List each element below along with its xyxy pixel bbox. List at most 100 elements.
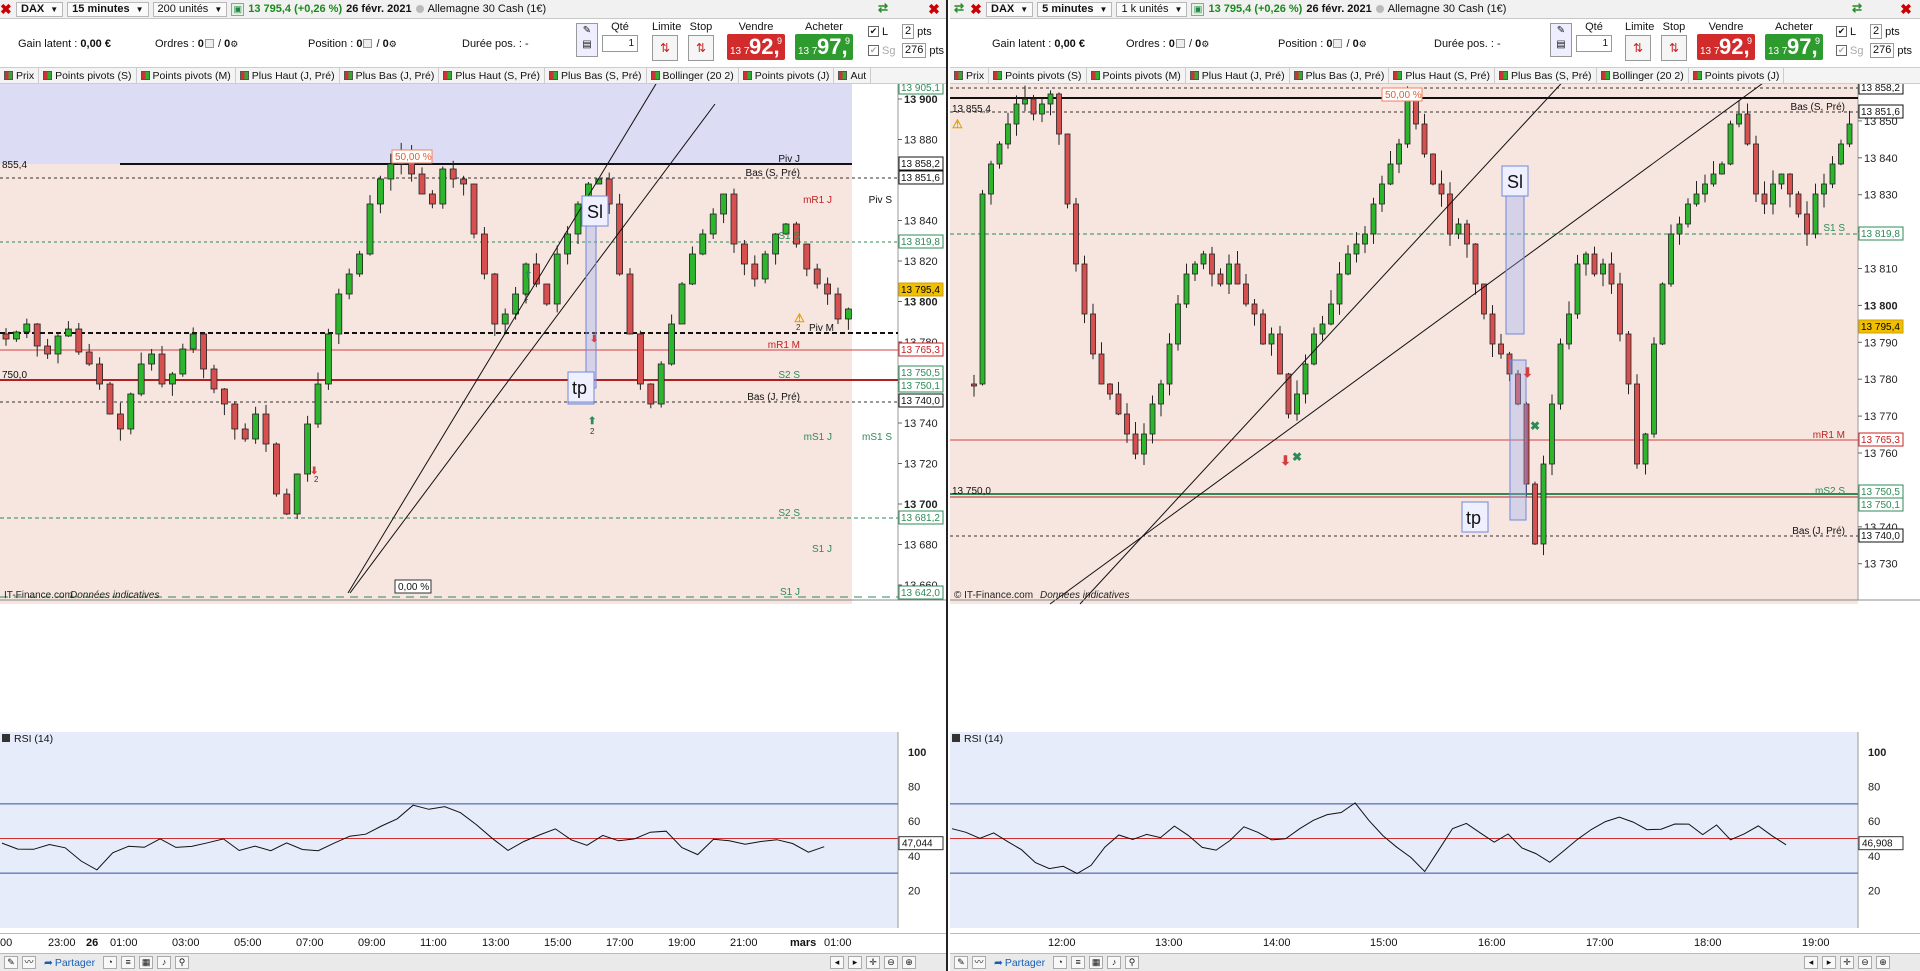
instrument-info-icon[interactable]: ▣	[1191, 2, 1205, 16]
indicator-tab[interactable]: Bollinger (20 2)	[647, 68, 739, 83]
indicator-tab[interactable]: Aut	[834, 68, 872, 83]
orders-grid-icon[interactable]	[204, 39, 214, 48]
gear-icon[interactable]: ⚙	[230, 39, 238, 49]
symbol-select[interactable]: DAX ▼	[16, 1, 64, 17]
gear-icon[interactable]: ⚙	[1359, 39, 1367, 49]
zoom-out-icon[interactable]: ⊖	[1858, 956, 1872, 969]
l-checkbox[interactable]: ✔	[868, 26, 879, 37]
gear-icon[interactable]: ⚙	[1201, 39, 1209, 49]
close-icon[interactable]: ✖	[970, 2, 982, 17]
indicator-color-icon	[1189, 71, 1199, 80]
sg-pts-input[interactable]: 276	[902, 43, 927, 58]
close-icon[interactable]: ✖	[926, 2, 942, 17]
indicator-tab[interactable]: Prix	[0, 68, 40, 83]
limit-order-icon[interactable]: ⇅	[652, 35, 678, 61]
sell-price-prefix: 13 7	[730, 46, 750, 57]
quantity-input[interactable]: 1	[602, 35, 638, 52]
indicator-tab[interactable]: Plus Bas (S, Pré)	[545, 68, 647, 83]
scroll-right-icon[interactable]: ▸	[848, 956, 862, 969]
rsi-chart[interactable]: RSI (14) 100 80 60 40 20 46,908	[950, 732, 1920, 928]
sound-icon[interactable]: ♪	[1107, 956, 1122, 969]
close-icon[interactable]: ✖	[1898, 2, 1914, 17]
close-icon[interactable]: ✖	[0, 2, 12, 17]
indicator-tab[interactable]: Bollinger (20 2)	[1597, 68, 1689, 83]
symbol-select[interactable]: DAX ▼	[986, 1, 1034, 17]
alert-icon[interactable]: ◔	[103, 956, 118, 969]
chart-type-icon[interactable]: 〰	[22, 956, 36, 969]
zoom-in-icon[interactable]: ⊕	[902, 956, 916, 969]
timeframe-select[interactable]: 15 minutes ▼	[67, 1, 149, 17]
indicator-tab[interactable]: Plus Haut (S, Pré)	[439, 68, 545, 83]
stop-order-icon[interactable]: ⇅	[1661, 35, 1687, 61]
chart-type-icon[interactable]: 〰	[972, 956, 986, 969]
sg-pts-input[interactable]: 276	[1870, 43, 1895, 58]
position-grid-icon[interactable]	[363, 39, 373, 48]
instrument-info-icon[interactable]: ▣	[231, 2, 245, 16]
scroll-left-icon[interactable]: ◂	[1804, 956, 1818, 969]
limit-order-icon[interactable]: ⇅	[1625, 35, 1651, 61]
pin-icon[interactable]: ⚲	[175, 956, 190, 969]
buy-button[interactable]: 13 7 97, 9	[795, 34, 853, 60]
indicator-tab[interactable]: Points pivots (S)	[989, 68, 1087, 83]
sell-button[interactable]: 13 7 92, 9	[727, 34, 785, 60]
indicator-tab[interactable]: Plus Haut (J, Pré)	[1186, 68, 1290, 83]
crosshair-icon[interactable]: ✛	[1840, 956, 1854, 969]
l-checkbox[interactable]: ✔	[1836, 26, 1847, 37]
position-grid-icon[interactable]	[1333, 39, 1343, 48]
sell-button[interactable]: 13 7 92, 9	[1697, 34, 1755, 60]
indicator-tab[interactable]: Plus Bas (J, Pré)	[1290, 68, 1390, 83]
alert-icon[interactable]: ◔	[1053, 956, 1068, 969]
crosshair-icon[interactable]: ✛	[866, 956, 880, 969]
zoom-out-icon[interactable]: ⊖	[884, 956, 898, 969]
chevron-down-icon: ▼	[135, 4, 144, 14]
units-select[interactable]: 1 k unités ▼	[1116, 1, 1188, 17]
indicator-tab[interactable]: Points pivots (M)	[137, 68, 236, 83]
rsi-chart[interactable]: RSI (14) 100 80 60 40 20 47,044	[0, 732, 948, 928]
sg-checkbox[interactable]: ✔	[868, 45, 879, 56]
list-icon[interactable]: ≡	[1071, 956, 1086, 969]
rsi-tick-label: 80	[908, 782, 920, 794]
indicator-tab[interactable]: Prix	[950, 68, 990, 83]
indicator-tab[interactable]: Plus Haut (J, Pré)	[236, 68, 340, 83]
drawing-tools-icon[interactable]: ✎	[4, 956, 18, 969]
pin-icon[interactable]: ⚲	[1125, 956, 1140, 969]
marker-count: 2	[796, 323, 801, 332]
indicator-tab[interactable]: Points pivots (J)	[739, 68, 835, 83]
units-select[interactable]: 200 unités ▼	[152, 1, 228, 17]
sg-checkbox[interactable]: ✔	[1836, 45, 1847, 56]
price-chart[interactable]: 13 86013 85013 84013 83013 82013 81013 8…	[950, 84, 1920, 732]
sync-icon[interactable]: ⇄	[952, 2, 966, 16]
level-label: mR1 J	[803, 195, 832, 206]
indicator-tab[interactable]: Points pivots (M)	[1087, 68, 1186, 83]
sync-icon[interactable]: ⇄	[876, 2, 890, 16]
calculator-icon[interactable]: ✎ ▤	[1550, 23, 1572, 57]
pts-input[interactable]: 2	[1870, 24, 1883, 39]
quantity-input[interactable]: 1	[1576, 35, 1612, 52]
grid-icon[interactable]: ▦	[139, 956, 154, 969]
timeframe-select[interactable]: 5 minutes ▼	[1037, 1, 1113, 17]
orders-grid-icon[interactable]	[1175, 39, 1185, 48]
sound-icon[interactable]: ♪	[157, 956, 172, 969]
indicator-tab[interactable]: Plus Bas (S, Pré)	[1495, 68, 1597, 83]
indicator-tab[interactable]: Points pivots (J)	[1689, 68, 1785, 83]
buy-button[interactable]: 13 7 97, 9	[1765, 34, 1823, 60]
pts-input[interactable]: 2	[902, 24, 915, 39]
indicator-tab[interactable]: Plus Haut (S, Pré)	[1389, 68, 1495, 83]
price-chart[interactable]: 13 90013 88013 86013 84013 82013 80013 7…	[0, 84, 948, 732]
bullish-candle	[1821, 183, 1827, 195]
sync-icon[interactable]: ⇄	[1850, 2, 1864, 16]
indicator-tab[interactable]: Points pivots (S)	[39, 68, 137, 83]
indicator-tab[interactable]: Plus Bas (J, Pré)	[340, 68, 440, 83]
scroll-right-icon[interactable]: ▸	[1822, 956, 1836, 969]
calculator-icon[interactable]: ✎ ▤	[576, 23, 598, 57]
gear-icon[interactable]: ⚙	[389, 39, 397, 49]
list-icon[interactable]: ≡	[121, 956, 136, 969]
grid-icon[interactable]: ▦	[1089, 956, 1104, 969]
share-button[interactable]: ➦ Partager	[990, 957, 1049, 969]
bullish-candle	[1846, 123, 1853, 145]
share-button[interactable]: ➦ Partager	[40, 957, 99, 969]
scroll-left-icon[interactable]: ◂	[830, 956, 844, 969]
stop-order-icon[interactable]: ⇅	[688, 35, 714, 61]
drawing-tools-icon[interactable]: ✎	[954, 956, 968, 969]
zoom-in-icon[interactable]: ⊕	[1876, 956, 1890, 969]
